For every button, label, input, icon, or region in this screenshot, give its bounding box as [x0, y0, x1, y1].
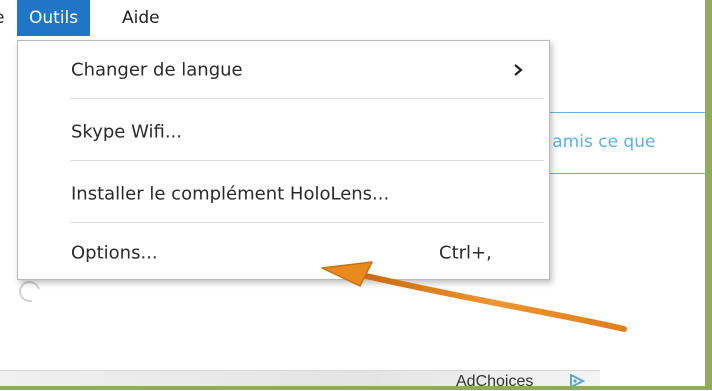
- menu-item-installer-hololens[interactable]: Installer le complément HoloLens...: [18, 165, 549, 223]
- chevron-right-icon: [514, 64, 523, 76]
- frame-border-right: [705, 0, 712, 390]
- menu-separator: [70, 160, 544, 161]
- menu-item-changer-langue[interactable]: Changer de langue: [18, 41, 549, 99]
- menu-separator: [70, 222, 544, 223]
- outils-dropdown-menu: Changer de langue Skype Wifi... Installe…: [17, 40, 550, 280]
- message-input-text: s amis ce que: [538, 132, 656, 152]
- menu-item-skype-wifi[interactable]: Skype Wifi...: [18, 103, 549, 161]
- menu-aide[interactable]: Aide: [118, 0, 164, 36]
- menu-item-shortcut: Ctrl+,: [439, 242, 492, 264]
- menu-item-label: Installer le complément HoloLens...: [71, 183, 390, 205]
- menu-outils[interactable]: Outils: [17, 0, 91, 36]
- menu-item-label: Skype Wifi...: [71, 121, 182, 143]
- menu-partial-item[interactable]: e: [0, 0, 10, 36]
- frame-border-bottom: [0, 386, 712, 390]
- menu-item-label: Options...: [71, 242, 158, 264]
- menu-bar: e Outils Aide: [0, 0, 705, 36]
- loading-spinner-icon: [15, 277, 44, 306]
- menu-separator: [70, 98, 544, 99]
- menu-item-options[interactable]: Options... Ctrl+,: [18, 227, 549, 279]
- menu-item-label: Changer de langue: [71, 59, 243, 81]
